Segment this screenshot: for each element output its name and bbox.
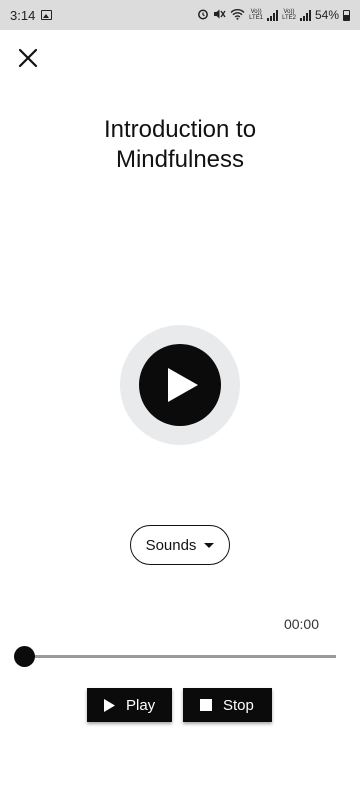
- network-2-label: Vo)) LTE2: [282, 9, 296, 21]
- status-bar: 3:14 Vo)) LTE1 Vo)) LTE2 54%: [0, 0, 360, 30]
- battery-percent: 54%: [314, 8, 339, 22]
- page-title: Introduction to Mindfulness: [103, 116, 257, 173]
- battery-icon: [343, 9, 350, 21]
- status-right: Vo)) LTE1 Vo)) LTE2 54%: [197, 8, 350, 23]
- caret-down-icon: [204, 542, 215, 548]
- signal-1-icon: [267, 9, 279, 21]
- play-icon: [104, 698, 115, 712]
- play-button[interactable]: Play: [87, 688, 172, 722]
- alarm-icon: [197, 8, 209, 23]
- slider-thumb[interactable]: [14, 646, 35, 667]
- sounds-label: Sounds: [145, 536, 197, 554]
- big-play-button[interactable]: [120, 325, 240, 445]
- signal-2-icon: [299, 9, 311, 21]
- stop-icon: [200, 699, 212, 711]
- playback-controls: Play Stop: [87, 688, 272, 722]
- status-time: 3:14: [10, 7, 36, 23]
- close-icon: [18, 48, 38, 68]
- play-icon: [168, 368, 198, 402]
- mute-icon: [213, 8, 226, 23]
- play-label: Play: [126, 696, 156, 714]
- status-left: 3:14: [10, 7, 53, 23]
- slider-track: [24, 655, 336, 658]
- wifi-icon: [230, 8, 245, 23]
- progress-slider[interactable]: [14, 646, 336, 668]
- network-1-lte: LTE1: [249, 15, 264, 21]
- stop-button[interactable]: Stop: [183, 688, 272, 722]
- network-1-label: Vo)) LTE1: [249, 9, 263, 21]
- elapsed-time: 00:00: [283, 616, 319, 632]
- stop-label: Stop: [223, 696, 254, 714]
- close-button[interactable]: [14, 44, 42, 72]
- sounds-dropdown[interactable]: Sounds: [130, 525, 230, 565]
- network-2-lte: LTE2: [282, 15, 296, 21]
- big-play-circle: [139, 344, 221, 426]
- gallery-notification-icon: [41, 10, 53, 20]
